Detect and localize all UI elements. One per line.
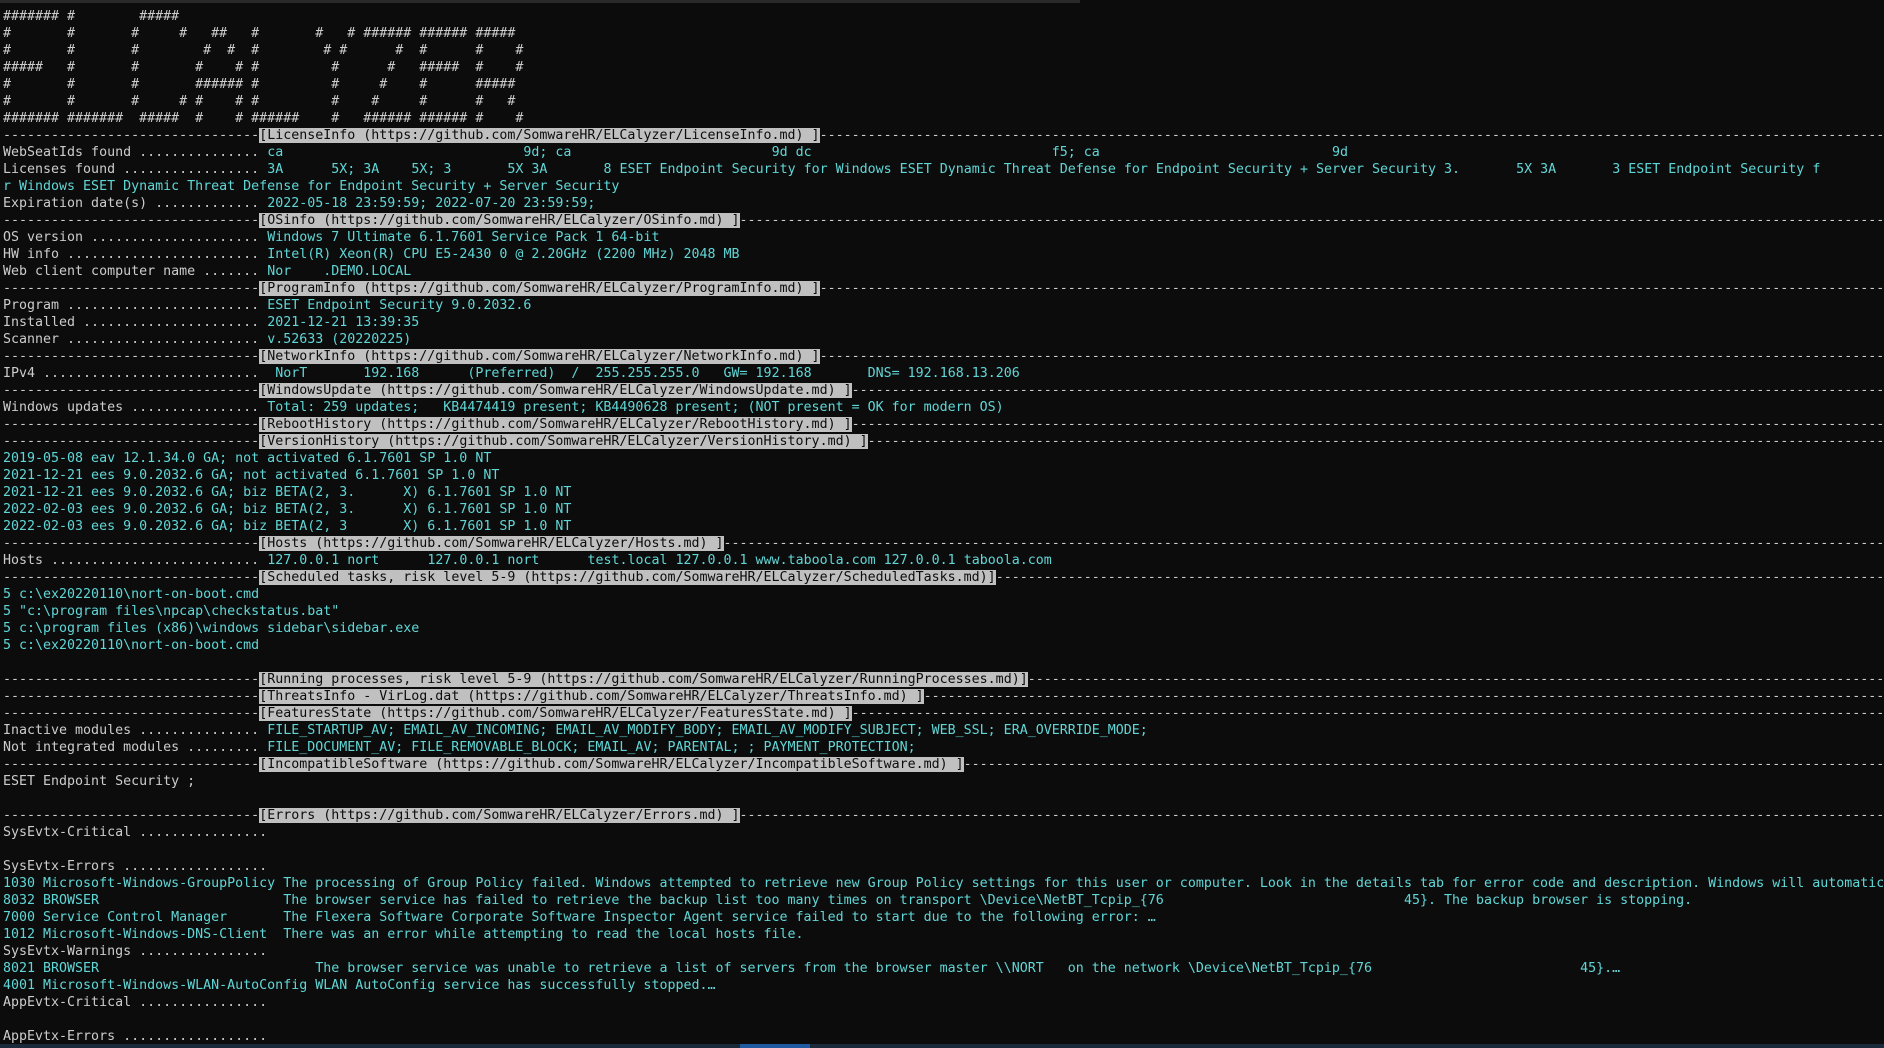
section-title[interactable]: [FeaturesState (https://github.com/Somwa… (259, 706, 852, 721)
expiration-row: Expiration date(s) ............. 2022-05… (3, 196, 596, 211)
taskbar-strip (0, 1044, 1884, 1048)
section-title[interactable]: [WindowsUpdate (https://github.com/Somwa… (259, 383, 852, 398)
section-header-network: --------------------------------[Network… (3, 349, 1883, 364)
incompatible-row: ESET Endpoint Security ; (3, 774, 196, 789)
section-header-program: --------------------------------[Program… (3, 281, 1883, 296)
section-title[interactable]: [IncompatibleSoftware (https://github.co… (259, 757, 964, 772)
section-title[interactable]: [NetworkInfo (https://github.com/Somware… (259, 349, 820, 364)
section-header-incompatible: --------------------------------[Incompa… (3, 757, 1883, 772)
window-top-strip (0, 0, 1080, 3)
section-title[interactable]: [VersionHistory (https://github.com/Somw… (259, 434, 868, 449)
sysevtx-critical-label: SysEvtx-Critical ................ (3, 825, 268, 840)
error-event-row: 1030 Microsoft-Windows-GroupPolicy The p… (3, 876, 1883, 891)
section-header-threats: --------------------------------[Threats… (3, 689, 1883, 704)
banner-line: # # # # ## # # # ###### ###### ##### (3, 26, 516, 41)
error-event-row: 8032 BROWSER The browser service has fai… (3, 893, 1693, 908)
section-header-windows-update: --------------------------------[Windows… (3, 383, 1883, 398)
scheduled-task-row: 5 c:\ex20220110\nort-on-boot.cmd (3, 638, 260, 653)
banner-line: # # # # # # # # # # # # (3, 43, 524, 58)
section-header-license: --------------------------------[License… (3, 128, 1883, 143)
warning-event-row: 8021 BROWSER The browser service was una… (3, 961, 1621, 976)
not-integrated-row: Not integrated modules ......... FILE_DO… (3, 740, 916, 755)
section-title[interactable]: [Scheduled tasks, risk level 5-9 (https:… (259, 570, 996, 585)
section-title[interactable]: [ProgramInfo (https://github.com/Somware… (259, 281, 820, 296)
section-header-version: --------------------------------[Version… (3, 434, 1883, 449)
section-header-running: --------------------------------[Running… (3, 672, 1883, 687)
section-header-errors: --------------------------------[Errors … (3, 808, 1883, 823)
sysevtx-warnings-label: SysEvtx-Warnings ................ (3, 944, 268, 959)
banner-line: ##### # # # # # # # ##### # # (3, 60, 524, 75)
error-event-row: 1012 Microsoft-Windows-DNS-Client There … (3, 927, 804, 942)
section-title[interactable]: [Hosts (https://github.com/SomwareHR/ELC… (259, 536, 724, 551)
section-title[interactable]: [RebootHistory (https://github.com/Somwa… (259, 417, 852, 432)
hosts-row: Hosts .......................... 127.0.0… (3, 553, 1052, 568)
scheduled-task-row: 5 c:\program files (x86)\windows sidebar… (3, 621, 420, 636)
banner-line: # # # # # # # # # # # # (3, 94, 516, 109)
version-row: 2022-02-03 ees 9.0.2032.6 GA; biz BETA(2… (3, 502, 572, 517)
webseatids-row: WebSeatIds found ............... ca 9d; … (3, 145, 1348, 160)
sysevtx-errors-label: SysEvtx-Errors .................. (3, 859, 268, 874)
version-row: 2021-12-21 ees 9.0.2032.6 GA; not activa… (3, 468, 500, 483)
version-row: 2022-02-03 ees 9.0.2032.6 GA; biz BETA(2… (3, 519, 572, 534)
program-row: Program ........................ ESET En… (3, 298, 532, 313)
banner-line: ####### ####### ##### # # ###### # #####… (3, 111, 524, 126)
section-header-scheduled: --------------------------------[Schedul… (3, 570, 1883, 585)
warning-event-row: 4001 Microsoft-Windows-WLAN-AutoConfig W… (3, 978, 716, 993)
hw-info-row: HW info ........................ Intel(R… (3, 247, 740, 262)
section-header-reboot: --------------------------------[RebootH… (3, 417, 1883, 432)
banner-line: ####### # ##### (3, 9, 180, 24)
version-row: 2019-05-08 eav 12.1.34.0 GA; not activat… (3, 451, 492, 466)
windows-updates-row: Windows updates ................ Total: … (3, 400, 1004, 415)
console-output[interactable]: ####### # ##### # # # # ## # # # ###### … (3, 8, 1883, 1045)
section-header-hosts: --------------------------------[Hosts (… (3, 536, 1883, 551)
ipv4-row: IPv4 ........................... NorT 19… (3, 366, 1020, 381)
scanner-row: Scanner ........................ v.52633… (3, 332, 412, 347)
licenses-row: Licenses found ................. 3A 5X; … (3, 162, 1821, 177)
scheduled-task-row: 5 "c:\program files\npcap\checkstatus.ba… (3, 604, 340, 619)
installed-row: Installed ...................... 2021-12… (3, 315, 420, 330)
version-row: 2021-12-21 ees 9.0.2032.6 GA; biz BETA(2… (3, 485, 572, 500)
section-title[interactable]: [Running processes, risk level 5-9 (http… (259, 672, 1028, 687)
web-client-row: Web client computer name ....... Nor .DE… (3, 264, 412, 279)
section-title[interactable]: [OSinfo (https://github.com/SomwareHR/EL… (259, 213, 740, 228)
section-title[interactable]: [ThreatsInfo - VirLog.dat (https://githu… (259, 689, 924, 704)
appevtx-critical-label: AppEvtx-Critical ................ (3, 995, 268, 1010)
error-event-row: 7000 Service Control Manager The Flexera… (3, 910, 1156, 925)
section-header-os: --------------------------------[OSinfo … (3, 213, 1883, 228)
section-title[interactable]: [LicenseInfo (https://github.com/Somware… (259, 128, 820, 143)
appevtx-errors-label: AppEvtx-Errors .................. (3, 1029, 268, 1044)
section-header-features: --------------------------------[Feature… (3, 706, 1883, 721)
section-title[interactable]: [Errors (https://github.com/SomwareHR/EL… (259, 808, 740, 823)
banner-line: # # # ###### # # # # ##### (3, 77, 516, 92)
inactive-modules-row: Inactive modules ............... FILE_ST… (3, 723, 1148, 738)
os-version-row: OS version ..................... Windows… (3, 230, 660, 245)
licenses-row-continued: r Windows ESET Dynamic Threat Defense fo… (3, 179, 620, 194)
scheduled-task-row: 5 c:\ex20220110\nort-on-boot.cmd (3, 587, 260, 602)
taskbar-active-indicator (740, 1044, 810, 1048)
